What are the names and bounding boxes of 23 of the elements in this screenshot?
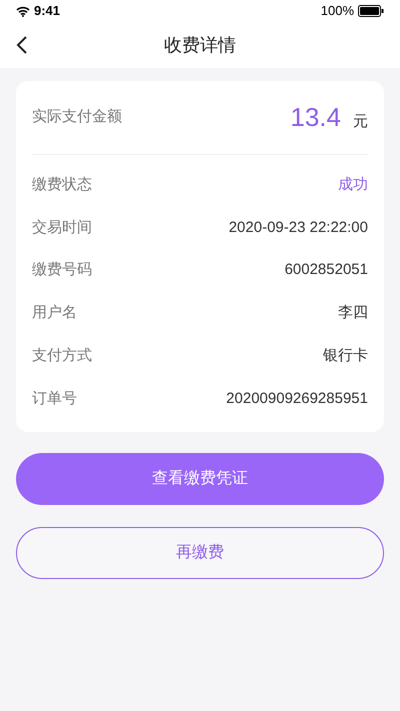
primary-button[interactable]: 查看缴费凭证 bbox=[16, 453, 384, 506]
detail-label: 用户名 bbox=[32, 303, 77, 324]
page-title: 收费详情 bbox=[164, 34, 236, 56]
back-icon bbox=[16, 36, 28, 54]
status-time: 9:41 bbox=[34, 2, 60, 20]
battery-icon bbox=[358, 5, 384, 17]
detail-label: 缴费状态 bbox=[32, 175, 92, 196]
battery-percent: 100% bbox=[320, 2, 354, 20]
detail-value: 2020-09-23 22:22:00 bbox=[228, 218, 368, 238]
detail-label: 订单号 bbox=[32, 388, 77, 409]
detail-value: 银行卡 bbox=[323, 346, 368, 366]
secondary-button[interactable]: 再缴费 bbox=[16, 527, 384, 580]
status-value: 成功 bbox=[338, 175, 368, 196]
detail-label: 缴费号码 bbox=[32, 260, 92, 280]
detail-value: 李四 bbox=[338, 303, 368, 324]
detail-value: 20200909269285951 bbox=[226, 388, 368, 409]
amount-unit: 元 bbox=[353, 112, 368, 132]
detail-label: 交易时间 bbox=[32, 218, 92, 238]
amount-value: 13.4 bbox=[290, 101, 341, 134]
amount-label: 实际支付金额 bbox=[32, 107, 122, 128]
detail-value: 6002852051 bbox=[284, 260, 368, 280]
detail-label: 支付方式 bbox=[32, 346, 92, 366]
wifi-icon bbox=[16, 6, 30, 16]
